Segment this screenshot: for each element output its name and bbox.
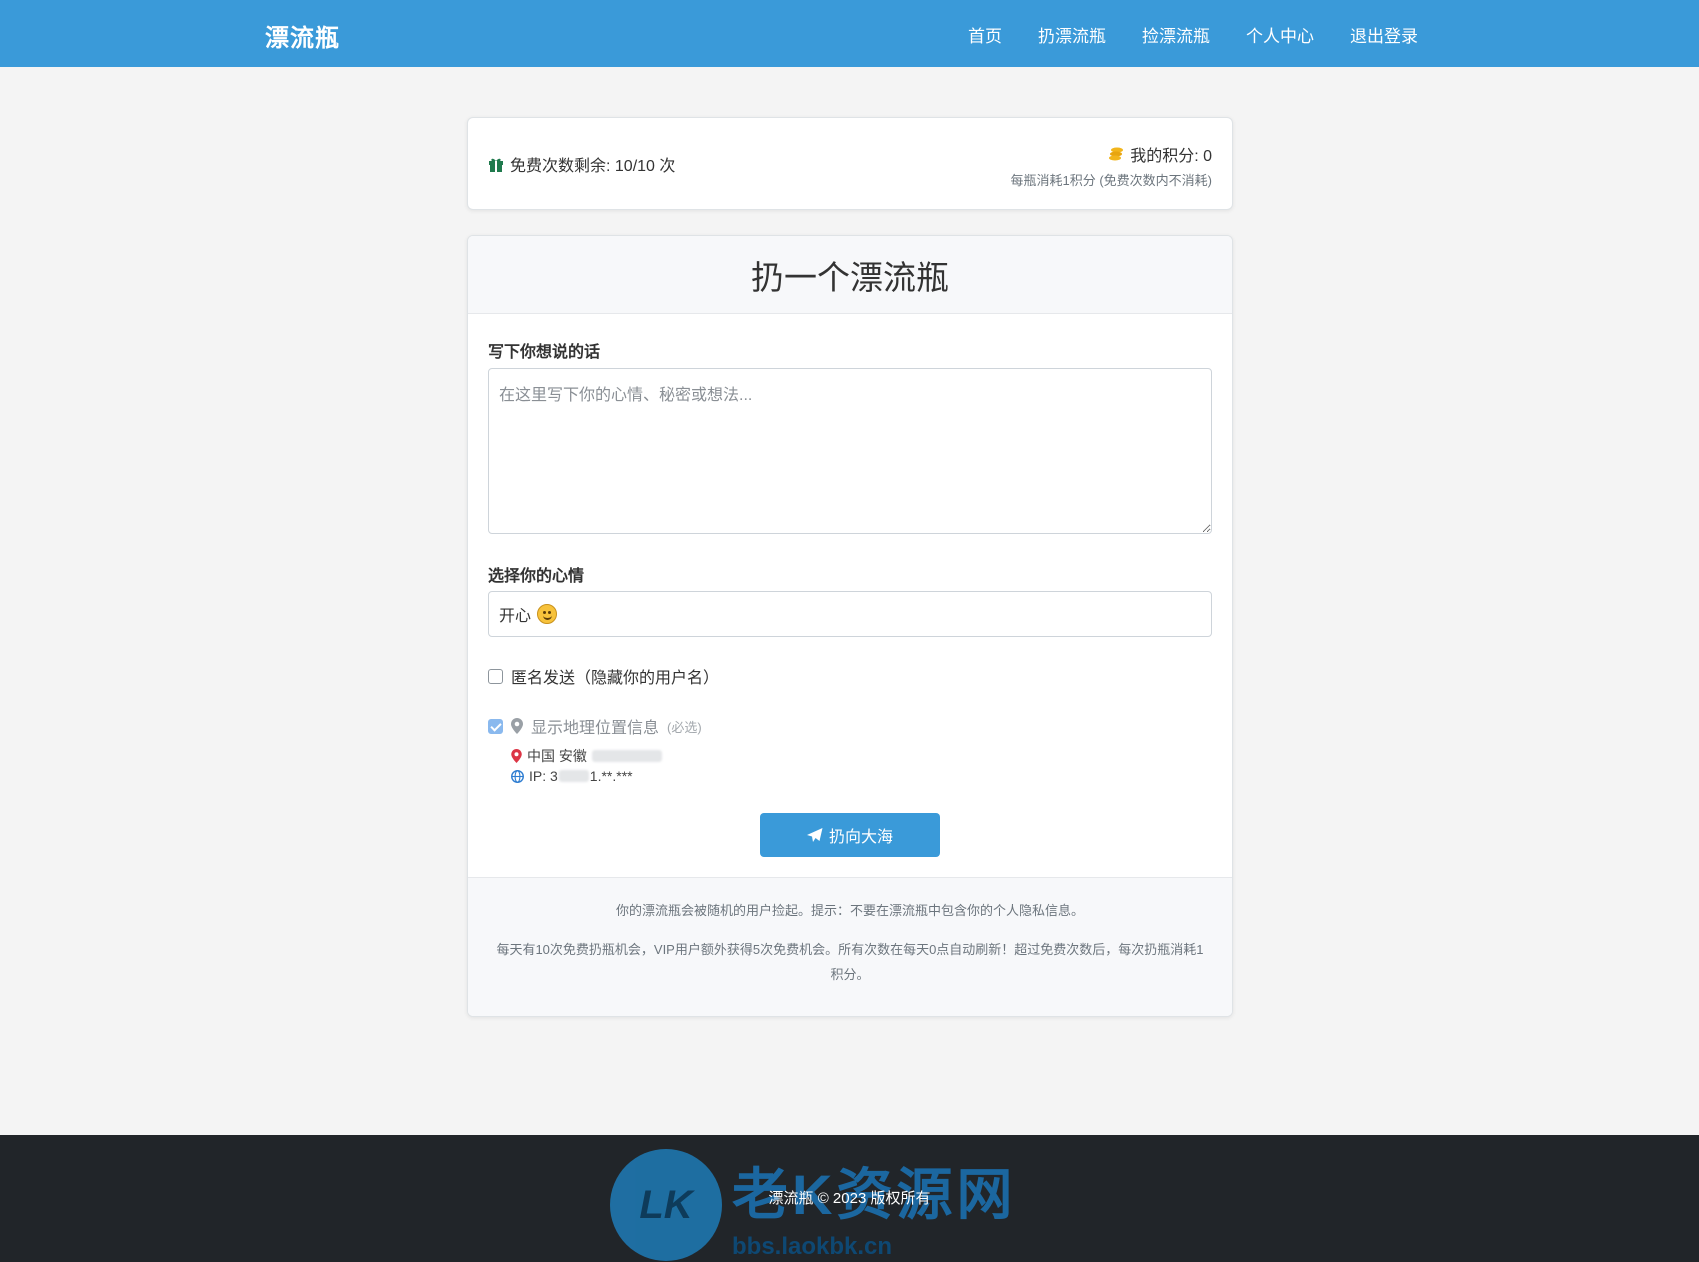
redacted-region (591, 750, 662, 762)
ip-suffix: 1.**.*** (589, 768, 633, 784)
mood-value: 开心 (499, 608, 532, 625)
anonymous-row: 匿名发送（隐藏你的用户名） (488, 664, 719, 688)
navbar: 漂流瓶 首页 扔漂流瓶 捡漂流瓶 个人中心 退出登录 (0, 0, 1699, 67)
card-header: 扔一个漂流瓶 (468, 236, 1232, 314)
throw-to-sea-button[interactable]: 扔向大海 (760, 813, 940, 857)
anonymous-checkbox[interactable] (488, 668, 503, 684)
watermark-url: bbs.laokbk.cn (732, 1232, 893, 1260)
brand-logo[interactable]: 漂流瓶 (265, 18, 340, 53)
globe-icon (511, 769, 524, 783)
location-row: 显示地理位置信息 (必选) (488, 714, 702, 738)
footer-copyright: 漂流瓶 © 2023 版权所有 (768, 1190, 931, 1207)
location-city-line: 中国 安徽 (511, 746, 662, 766)
stats-card: 免费次数剩余: 10/10 次 我的积分: 0 每瓶消耗1积分 (免费次数内不消… (467, 117, 1233, 210)
note-privacy: 你的漂流瓶会被随机的用户捡起。提示：不要在漂流瓶中包含你的个人隐私信息。 (615, 903, 1084, 918)
location-label: 显示地理位置信息 (531, 720, 660, 737)
paper-plane-icon (806, 827, 823, 842)
throw-button-label: 扔向大海 (828, 829, 893, 846)
page-footer: LK 老K资源网 bbs.laokbk.cn 漂流瓶 © 2023 版权所有 (0, 1135, 1699, 1262)
map-marker-icon (511, 718, 523, 734)
page-title: 扔一个漂流瓶 (751, 258, 949, 296)
ip-line: IP: 3 1.**.*** (511, 768, 633, 784)
red-map-marker-icon (511, 749, 522, 763)
note-quota: 每天有10次免费扔瓶机会，VIP用户额外获得5次免费机会。所有次数在每天0点自动… (496, 942, 1204, 982)
coins-icon (1109, 147, 1124, 160)
ip-prefix: IP: 3 (529, 768, 558, 784)
mood-label: 选择你的心情 (488, 568, 585, 585)
nav-link-home[interactable]: 首页 (968, 22, 1002, 47)
anonymous-label: 匿名发送（隐藏你的用户名） (511, 670, 720, 687)
nav-link-profile[interactable]: 个人中心 (1246, 22, 1314, 47)
card-footer-notes: 你的漂流瓶会被随机的用户捡起。提示：不要在漂流瓶中包含你的个人隐私信息。 每天有… (468, 877, 1232, 1016)
points: 我的积分: 0 (1108, 142, 1212, 166)
message-label: 写下你想说的话 (488, 344, 601, 361)
nav-link-throw[interactable]: 扔漂流瓶 (1038, 22, 1106, 47)
location-city: 中国 安徽 (527, 748, 587, 764)
nav-link-logout[interactable]: 退出登录 (1350, 22, 1418, 47)
location-required: (必选) (667, 719, 702, 735)
redacted-ip (558, 770, 589, 782)
points-note: 每瓶消耗1积分 (免费次数内不消耗) (1010, 173, 1212, 188)
location-checkbox[interactable] (488, 718, 503, 734)
points-text: 我的积分: 0 (1130, 148, 1212, 165)
mood-select[interactable]: 开心 (488, 591, 1212, 637)
smile-emoji-icon (537, 604, 558, 624)
free-count: 免费次数剩余: 10/10 次 (488, 152, 675, 176)
free-count-text: 免费次数剩余: 10/10 次 (510, 158, 676, 175)
nav-links: 首页 扔漂流瓶 捡漂流瓶 个人中心 退出登录 (968, 22, 1418, 47)
throw-bottle-card: 扔一个漂流瓶 写下你想说的话 选择你的心情 开心 匿名发送（隐藏你的用户名） 显… (467, 235, 1233, 1017)
nav-link-pick[interactable]: 捡漂流瓶 (1142, 22, 1210, 47)
message-textarea[interactable] (488, 368, 1212, 534)
gift-icon (489, 158, 503, 172)
